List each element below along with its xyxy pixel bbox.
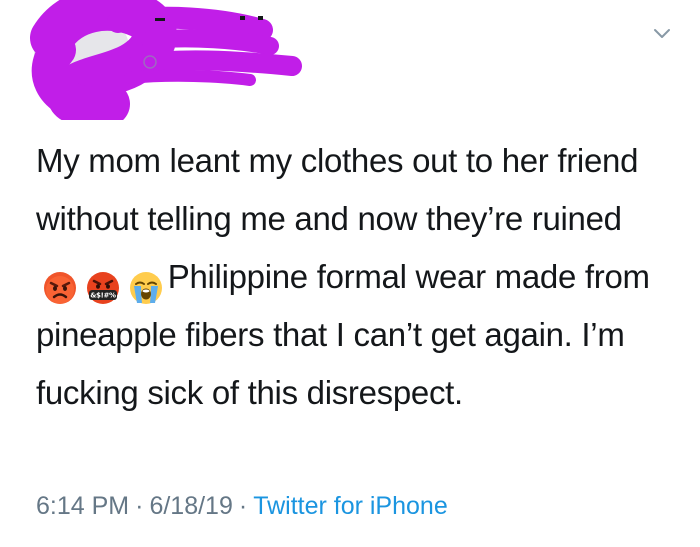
face-with-symbols-on-mouth-icon: &$!#% (86, 271, 119, 304)
tweet-source-link[interactable]: Twitter for iPhone (253, 492, 448, 520)
meta-separator: · (135, 492, 144, 520)
symbols-text: &$!#% (90, 291, 116, 299)
emoji-group: &$!#% (42, 256, 162, 304)
loudly-crying-face-icon (129, 271, 162, 304)
redaction-scribble (30, 0, 302, 120)
tweet-card: My mom leant my clothes out to her frien… (0, 0, 700, 547)
tweet-text-part1: My mom leant my clothes out to her frien… (36, 142, 639, 237)
meta-separator: · (238, 492, 248, 520)
tweet-text: My mom leant my clothes out to her frien… (36, 132, 676, 422)
tweet-time[interactable]: 6:14 PM (36, 492, 129, 520)
tweet-header (0, 0, 700, 120)
angry-face-icon (44, 271, 76, 304)
chevron-down-icon[interactable] (652, 24, 672, 44)
tweet-meta: 6:14 PM · 6/18/19 · Twitter for iPhone (36, 492, 448, 521)
tweet-date[interactable]: 6/18/19 (149, 492, 232, 520)
